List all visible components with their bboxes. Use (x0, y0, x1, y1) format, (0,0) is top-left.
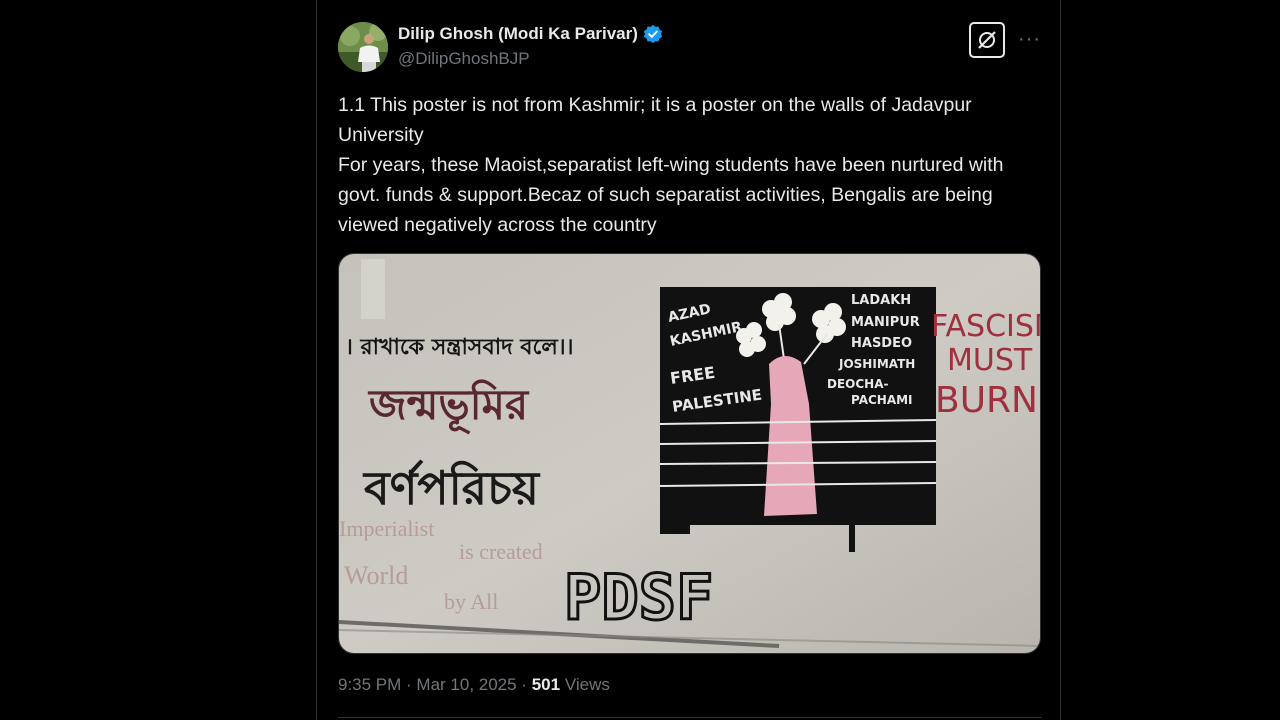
slogan-fascism: FASCISM (931, 309, 1041, 344)
faded-text-3: World (344, 561, 408, 590)
views-count: 501 (531, 675, 561, 694)
faded-text-4: by All (444, 589, 498, 614)
grok-button[interactable] (969, 22, 1005, 58)
tweet-photo[interactable]: । রাখাকে সন্ত্রাসবাদ বলে।। জন্মভূমির বর্… (338, 253, 1041, 654)
verified-badge-icon (643, 24, 663, 44)
poster-text-manipur: MANIPUR (851, 315, 920, 330)
poster-text-ladakh: LADAKH (851, 293, 911, 308)
tweet-text: 1.1 This poster is not from Kashmir; it … (338, 94, 1004, 236)
avatar-image (338, 22, 388, 72)
tweet-date[interactable]: Mar 10, 2025 (416, 675, 516, 694)
grok-icon (978, 31, 996, 49)
left-column-border (316, 0, 317, 720)
wall-text-line-1: । রাখাকে সন্ত্রাসবাদ বলে।। (345, 335, 574, 360)
poster-text-joshimath: JOSHIMATH (838, 357, 915, 371)
faded-text-2: is created (459, 539, 543, 564)
poster-text-deocha: DEOCHA- (827, 377, 888, 391)
tweet-meta: 9:35 PM · Mar 10, 2025 · 501 Views (338, 675, 610, 695)
pdsf-graffiti: PDSF (564, 561, 713, 634)
meta-separator: · (401, 675, 417, 694)
slogan-must: MUST (947, 343, 1033, 378)
tweet-header: Dilip Ghosh (Modi Ka Parivar) @DilipGhos… (338, 22, 1042, 72)
poster-text-pachami: PACHAMI (851, 393, 913, 407)
wall-text-line-2: জন্মভূমির (367, 379, 530, 434)
tweet-time[interactable]: 9:35 PM (338, 675, 401, 694)
right-column-border (1060, 0, 1061, 720)
tweet: Dilip Ghosh (Modi Ka Parivar) @DilipGhos… (338, 0, 1042, 720)
graffiti-wall-photo: । রাখাকে সন্ত্রাসবাদ বলে।। জন্মভূমির বর্… (339, 254, 1041, 653)
author-name-row: Dilip Ghosh (Modi Ka Parivar) (398, 24, 663, 44)
wall-text-line-3: বর্ণপরিচয় (362, 460, 541, 515)
more-options-icon[interactable]: ··· (1018, 28, 1040, 52)
slogan-burn: BURN (935, 380, 1038, 421)
tweet-bottom-divider (338, 717, 1042, 718)
author-name[interactable]: Dilip Ghosh (Modi Ka Parivar) (398, 24, 638, 44)
avatar[interactable] (338, 22, 388, 72)
author-handle[interactable]: @DilipGhoshBJP (398, 49, 530, 69)
faded-text-1: Imperialist (339, 516, 434, 541)
black-poster: AZAD KASHMIR FREE PALESTINE LADAKH MANIP… (659, 287, 937, 552)
meta-separator-2: · (516, 675, 532, 694)
views-label: Views (560, 675, 610, 694)
poster-text-hasdeo: HASDEO (851, 336, 912, 351)
